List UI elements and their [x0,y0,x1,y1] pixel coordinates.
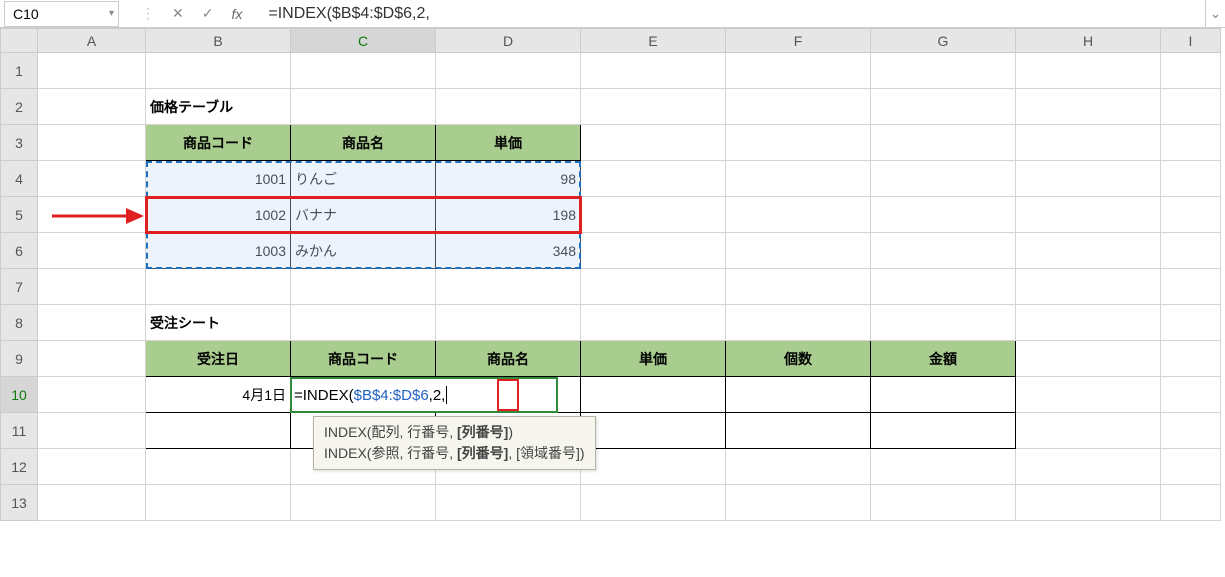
col-hdr-C[interactable]: C [291,29,436,53]
t1-hdr-code[interactable]: 商品コード [146,125,291,161]
col-hdr-G[interactable]: G [871,29,1016,53]
t2-hdr-total[interactable]: 金額 [871,341,1016,377]
row-hdr-12[interactable]: 12 [1,449,38,485]
table1-title[interactable]: 価格テーブル [146,89,291,125]
t2-r0-date[interactable]: 4月1日 [146,377,291,413]
row-hdr-11[interactable]: 11 [1,413,38,449]
t2-hdr-date[interactable]: 受注日 [146,341,291,377]
cell-editor[interactable]: =INDEX($B$4:$D$6,2, [290,377,558,413]
function-tooltip: INDEX(配列, 行番号, [列番号]) INDEX(参照, 行番号, [列番… [313,416,596,470]
t1-hdr-price[interactable]: 単価 [436,125,581,161]
t1-r2-name[interactable]: みかん [291,233,436,269]
t1-r0-price[interactable]: 98 [436,161,581,197]
col-hdr-F[interactable]: F [726,29,871,53]
col-hdr-A[interactable]: A [38,29,146,53]
t2-hdr-price[interactable]: 単価 [581,341,726,377]
col-hdr-I[interactable]: I [1161,29,1221,53]
cell-E10[interactable] [581,377,726,413]
t1-hdr-name[interactable]: 商品名 [291,125,436,161]
t1-r1-price[interactable]: 198 [436,197,581,233]
t2-hdr-qty[interactable]: 個数 [726,341,871,377]
row-hdr-10[interactable]: 10 [1,377,38,413]
text-caret-icon [446,386,447,404]
formula-input[interactable]: =INDEX($B$4:$D$6,2, [256,5,1205,23]
t1-r1-code[interactable]: 1002 [146,197,291,233]
grid[interactable]: A B C D E F G H I 1 2 価格テーブル 3 商品コード 商品名… [0,28,1221,521]
table2-title[interactable]: 受注シート [146,305,291,341]
editor-after: ,2, [429,387,446,404]
row-hdr-2[interactable]: 2 [1,89,38,125]
row-hdr-1[interactable]: 1 [1,53,38,89]
formula-expand-icon[interactable]: ⌄ [1205,0,1225,27]
row-hdr-13[interactable]: 13 [1,485,38,521]
cell-F10[interactable] [726,377,871,413]
col-hdr-B[interactable]: B [146,29,291,53]
row-hdr-9[interactable]: 9 [1,341,38,377]
t1-r1-name[interactable]: バナナ [291,197,436,233]
row-hdr-7[interactable]: 7 [1,269,38,305]
cell-G10[interactable] [871,377,1016,413]
col-hdr-H[interactable]: H [1016,29,1161,53]
row-hdr-3[interactable]: 3 [1,125,38,161]
worksheet[interactable]: A B C D E F G H I 1 2 価格テーブル 3 商品コード 商品名… [0,28,1225,521]
editor-fn: =INDEX( [294,387,354,404]
editor-ref: $B$4:$D$6 [354,387,429,404]
col-hdr-E[interactable]: E [581,29,726,53]
row-hdr-6[interactable]: 6 [1,233,38,269]
t1-r2-price[interactable]: 348 [436,233,581,269]
t1-r0-code[interactable]: 1001 [146,161,291,197]
more-icon: ⋮ [141,5,154,22]
col-hdr-D[interactable]: D [436,29,581,53]
t2-hdr-name[interactable]: 商品名 [436,341,581,377]
accept-icon[interactable]: ✓ [202,5,214,22]
cancel-icon[interactable]: ✕ [172,5,184,22]
t2-hdr-code[interactable]: 商品コード [291,341,436,377]
name-box-value: C10 [13,6,39,22]
name-box[interactable]: C10 ▾ [4,1,119,27]
formula-bar-icons: ⋮ ✕ ✓ fx [119,5,256,22]
row-hdr-8[interactable]: 8 [1,305,38,341]
fx-icon[interactable]: fx [231,6,242,22]
row-hdr-5[interactable]: 5 [1,197,38,233]
t1-r2-code[interactable]: 1003 [146,233,291,269]
select-all-corner[interactable] [1,29,38,53]
t1-r0-name[interactable]: りんご [291,161,436,197]
name-box-dropdown-icon[interactable]: ▾ [109,8,114,19]
formula-bar: C10 ▾ ⋮ ✕ ✓ fx =INDEX($B$4:$D$6,2, ⌄ [0,0,1225,28]
row-hdr-4[interactable]: 4 [1,161,38,197]
